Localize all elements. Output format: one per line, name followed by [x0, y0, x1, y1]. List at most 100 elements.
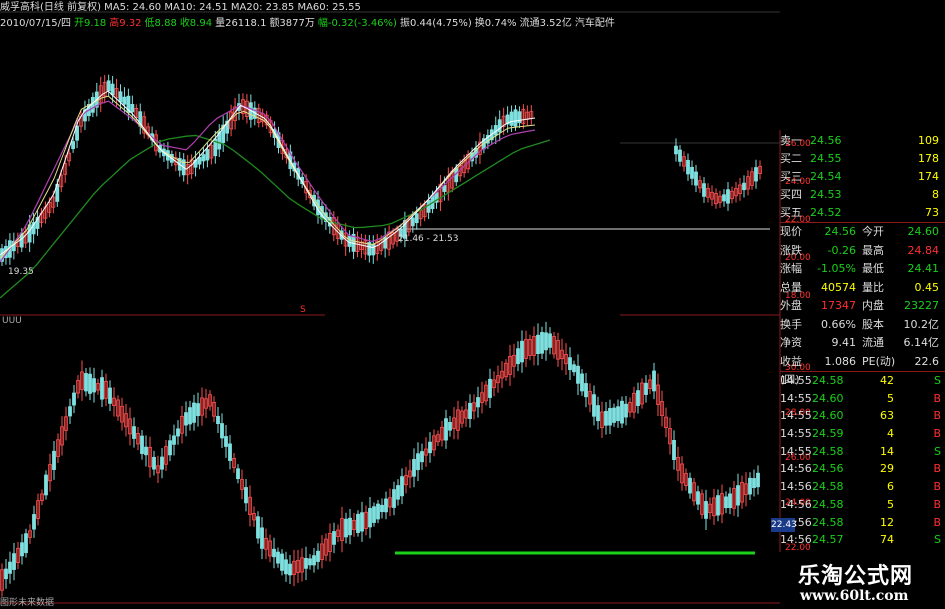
- candle-body: [572, 364, 576, 373]
- candle-body: [168, 440, 172, 456]
- candle-body: [428, 441, 432, 454]
- stat-label2: 内盘: [862, 299, 884, 312]
- tick-side: B: [933, 480, 941, 494]
- stat-label: 总量: [780, 280, 802, 294]
- candle-body: [410, 217, 415, 227]
- tick-time: 14:56: [780, 462, 812, 476]
- stat-value: 40574: [821, 280, 856, 294]
- candle-body: [722, 194, 726, 202]
- candle-body: [392, 489, 396, 508]
- stat-value: -0.26: [827, 243, 856, 257]
- candle-body: [130, 103, 135, 113]
- stat-label2: PE(动): [862, 354, 896, 368]
- candle-body: [544, 332, 548, 351]
- stat-value2: 23227: [904, 299, 939, 312]
- candle-body: [308, 558, 312, 566]
- tick-volume: 12: [880, 515, 894, 529]
- candle-body: [694, 171, 698, 186]
- candle-body: [201, 154, 206, 162]
- stat-label: 现价: [780, 225, 802, 238]
- candle-body: [380, 504, 384, 513]
- candle-body: [144, 446, 148, 456]
- tick-time: 14:55: [780, 409, 812, 423]
- candle-body: [620, 400, 624, 424]
- candle-body: [742, 182, 746, 191]
- candle-body: [184, 412, 188, 426]
- candle-body: [272, 548, 276, 558]
- candle-body: [636, 390, 640, 406]
- candle-body: [592, 394, 596, 417]
- tick-time: 14:55: [780, 391, 812, 405]
- candle-body: [316, 550, 320, 562]
- candle-body: [696, 491, 700, 505]
- orderbook-row[interactable]: 买三 24.54 174: [780, 168, 945, 186]
- candle-body: [220, 423, 224, 439]
- tick-volume: 42: [880, 374, 894, 387]
- candle-body: [312, 555, 316, 566]
- candle-body: [72, 392, 76, 406]
- stat-value: 0.66%: [821, 317, 856, 331]
- candle-body: [724, 496, 728, 509]
- stat-row: 涨跌 -0.26 最高 24.84: [780, 242, 945, 261]
- right-candles: [674, 138, 762, 211]
- tick-row: 14:56 24.58 5 B: [780, 496, 945, 514]
- tick-row: 14:55 24.60 63 B: [780, 407, 945, 425]
- stat-label2: 股本: [862, 317, 884, 331]
- tick-row: 14:56 24.56 29 B: [780, 460, 945, 478]
- ob-volume: 178: [918, 152, 939, 165]
- candle-body: [84, 373, 88, 392]
- tick-time: 14:56: [780, 533, 812, 547]
- candle-body: [702, 183, 706, 197]
- lower-candles: [0, 321, 760, 597]
- candle-body: [624, 403, 628, 418]
- candle-body: [608, 408, 612, 426]
- current-price-tag: 22.43: [771, 518, 797, 532]
- candle-body: [256, 516, 260, 539]
- candle-body: [686, 159, 690, 175]
- ob-label: 买四: [780, 188, 802, 201]
- tick-row: 14:56 24.58 12 B: [780, 514, 945, 532]
- stat-value: 24.56: [824, 225, 857, 238]
- stat-value2: 22.6: [914, 354, 940, 368]
- candle-body: [216, 415, 220, 425]
- tick-side: B: [933, 497, 941, 511]
- watermark-url: www.60lt.com: [800, 588, 909, 604]
- candle-body: [347, 235, 352, 247]
- candle-body: [509, 111, 514, 126]
- tick-volume: 14: [880, 444, 894, 458]
- tick-volume: 74: [880, 533, 894, 547]
- stat-row: 收益(四) 1.086 PE(动) 22.6: [780, 353, 945, 387]
- candle-body: [652, 370, 656, 392]
- tick-side: S: [934, 444, 941, 458]
- candle-body: [71, 141, 75, 150]
- candle-body: [690, 166, 694, 179]
- tick-list: 14:55 24.58 42 S 14:55 24.60 5 B 14:55 24.60 63 B 14…: [780, 371, 945, 549]
- stat-label: 涨幅: [780, 262, 802, 275]
- tick-price: 24.60: [812, 391, 844, 405]
- stat-value: 9.41: [831, 336, 857, 349]
- tick-volume: 5: [887, 391, 894, 405]
- candle-body: [44, 474, 48, 496]
- stat-label2: 今开: [862, 225, 884, 238]
- candle-body: [444, 418, 448, 441]
- tick-price: 24.59: [812, 427, 844, 441]
- orderbook-row[interactable]: 买五 24.52 73: [780, 204, 945, 222]
- candle-body: [414, 213, 419, 224]
- stat-label: 收益(四): [780, 354, 802, 387]
- candle-body: [584, 383, 588, 398]
- ob-volume: 109: [918, 134, 939, 147]
- orderbook-row[interactable]: 买二 24.55 178: [780, 150, 945, 168]
- chart-header: 威孚高科(日线 前复权) MA5: 24.60 MA10: 24.51 MA20…: [0, 0, 780, 34]
- orderbook-row[interactable]: 买四 24.53 8: [780, 186, 945, 204]
- stat-row: 外盘 17347 内盘 23227: [780, 297, 945, 316]
- ob-label: 卖一: [780, 134, 802, 147]
- candle-body: [576, 365, 580, 384]
- candle-body: [332, 531, 336, 545]
- candle-body: [24, 533, 28, 554]
- orderbook-row[interactable]: 卖一 24.56 109: [780, 132, 945, 150]
- candle-body: [468, 402, 472, 419]
- header-line2: 2010/07/15/四 开9.18 高9.32 低8.88 收8.94 量26118.1…: [0, 18, 615, 29]
- stat-value: 17347: [821, 299, 856, 312]
- candle-body: [160, 456, 164, 470]
- tick-price: 24.58: [812, 497, 844, 511]
